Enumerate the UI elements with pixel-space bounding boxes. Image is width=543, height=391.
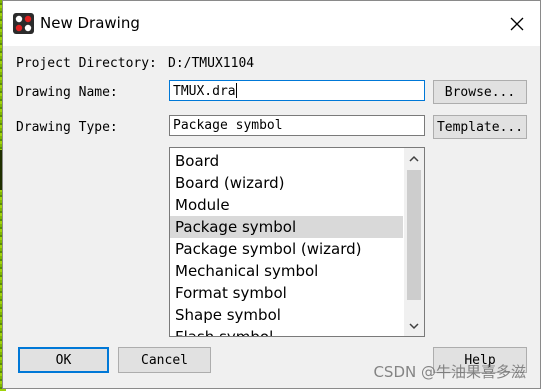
- drawing-type-label: Drawing Type:: [16, 120, 118, 135]
- browse-button[interactable]: Browse...: [433, 80, 527, 104]
- list-item-flash-symbol[interactable]: Flash symbol: [170, 326, 403, 336]
- scroll-down-button[interactable]: [404, 316, 424, 336]
- text-caret: [235, 83, 237, 98]
- drawing-name-input[interactable]: TMUX.dra: [169, 80, 425, 101]
- allegro-app-icon: [13, 13, 34, 34]
- close-button[interactable]: [494, 1, 540, 46]
- chevron-up-icon: [409, 155, 419, 162]
- drawing-name-value: TMUX.dra: [173, 84, 236, 99]
- list-item-shape-symbol[interactable]: Shape symbol: [170, 304, 403, 326]
- drawing-type-items: Board Board (wizard) Module Package symb…: [170, 150, 403, 336]
- project-directory-value: D:/TMUX1104: [168, 56, 255, 71]
- drawing-type-field[interactable]: Package symbol: [169, 115, 425, 136]
- scroll-up-button[interactable]: [404, 148, 424, 168]
- title-bar: New Drawing: [3, 1, 540, 46]
- template-button[interactable]: Template...: [433, 115, 527, 139]
- list-item-module[interactable]: Module: [170, 194, 403, 216]
- close-icon: [510, 17, 524, 30]
- dialog-title: New Drawing: [40, 14, 140, 32]
- list-scrollbar[interactable]: [404, 148, 424, 336]
- list-item-mechanical-symbol[interactable]: Mechanical symbol: [170, 260, 403, 282]
- drawing-type-list[interactable]: Board Board (wizard) Module Package symb…: [169, 147, 425, 337]
- list-item-board[interactable]: Board: [170, 150, 403, 172]
- list-item-format-symbol[interactable]: Format symbol: [170, 282, 403, 304]
- csdn-watermark: CSDN @牛油果喜多滋: [373, 363, 526, 381]
- list-item-package-symbol-wizard[interactable]: Package symbol (wizard): [170, 238, 403, 260]
- list-item-board-wizard[interactable]: Board (wizard): [170, 172, 403, 194]
- drawing-name-label: Drawing Name:: [16, 85, 118, 100]
- scroll-thumb[interactable]: [407, 170, 421, 300]
- ok-button[interactable]: OK: [18, 347, 109, 373]
- project-directory-label: Project Directory:: [16, 56, 157, 71]
- cancel-button[interactable]: Cancel: [118, 347, 211, 373]
- list-item-package-symbol[interactable]: Package symbol: [170, 216, 403, 238]
- new-drawing-dialog: New Drawing Project Directory: D:/TMUX11…: [2, 0, 541, 389]
- chevron-down-icon: [409, 322, 419, 329]
